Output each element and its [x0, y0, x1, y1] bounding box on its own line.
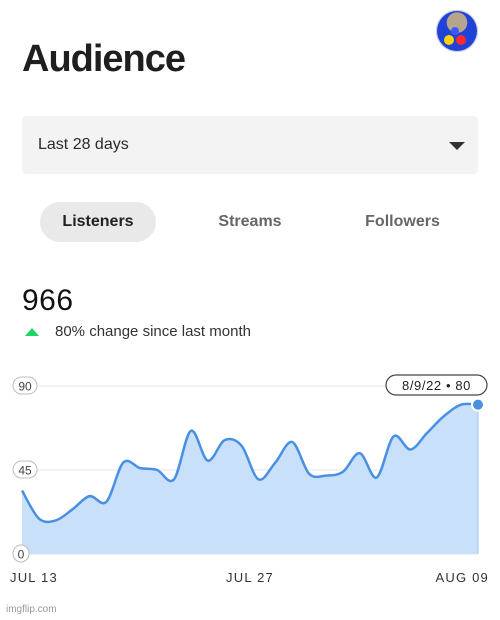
data-point — [471, 397, 485, 412]
x-tick-label: AUG 09 — [436, 570, 489, 585]
area-fill — [22, 403, 478, 554]
y-tick-label: 0 — [18, 548, 25, 562]
watermark: imgflip.com — [6, 604, 57, 615]
y-tick-label: 45 — [18, 464, 32, 478]
y-tick-label: 90 — [18, 380, 32, 394]
x-tick-label: JUL 13 — [10, 570, 58, 585]
listeners-chart: 90 45 0 JUL 13 JUL 27 AUG 09 8/9/22 • 80 — [10, 374, 489, 585]
x-tick-label: JUL 27 — [226, 570, 274, 585]
tooltip-label: 8/9/22 • 80 — [402, 378, 471, 393]
